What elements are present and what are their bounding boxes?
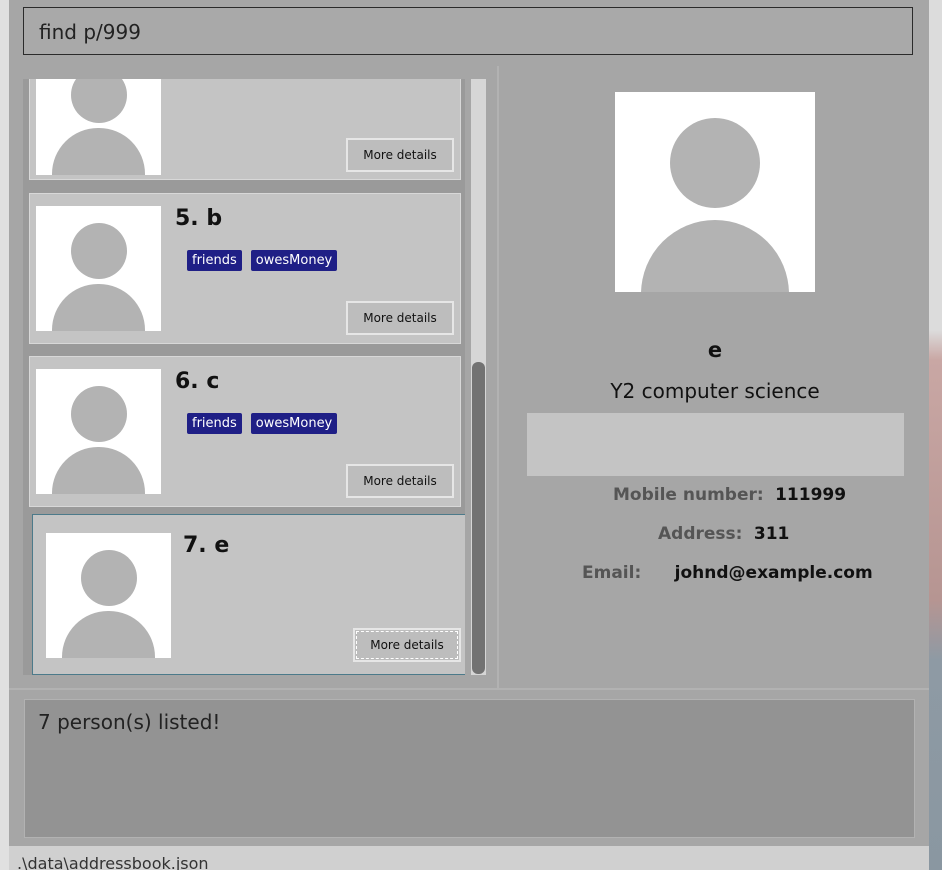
tag-list: friends owesMoney bbox=[187, 250, 338, 271]
email-label: Email: bbox=[582, 563, 642, 583]
detail-tags-area bbox=[527, 413, 904, 476]
email-value: johnd@example.com bbox=[674, 563, 873, 583]
list-scrollbar-thumb[interactable] bbox=[472, 362, 485, 674]
window-edge-left bbox=[0, 0, 9, 870]
mobile-value: 111999 bbox=[775, 485, 847, 505]
desktop-background-strip bbox=[929, 0, 942, 870]
person-name: 5. b bbox=[175, 206, 223, 231]
profile-photo-icon bbox=[36, 206, 161, 331]
address-value: 311 bbox=[753, 524, 790, 544]
person-card-selected[interactable]: 7. e More details bbox=[32, 514, 465, 675]
address-book-window: find p/999 More details 5. b friends owe… bbox=[9, 0, 929, 870]
tag-badge: owesMoney bbox=[250, 250, 338, 271]
person-card[interactable]: 6. c friends owesMoney More details bbox=[29, 356, 461, 507]
detail-course: Y2 computer science bbox=[610, 379, 820, 403]
status-bar: .\data\addressbook.json bbox=[9, 846, 929, 870]
email-field: Email: johnd@example.com bbox=[582, 563, 873, 583]
profile-photo-icon bbox=[46, 533, 171, 658]
more-details-button[interactable]: More details bbox=[346, 301, 454, 335]
more-details-button[interactable]: More details bbox=[346, 138, 454, 172]
address-field: Address: 311 bbox=[658, 524, 789, 544]
tag-badge: friends bbox=[187, 250, 242, 271]
tag-badge: owesMoney bbox=[250, 413, 338, 434]
result-display: 7 person(s) listed! bbox=[24, 699, 915, 838]
profile-photo-icon bbox=[36, 369, 161, 494]
detail-name: e bbox=[707, 338, 723, 362]
person-name: 7. e bbox=[183, 533, 230, 558]
more-details-button[interactable]: More details bbox=[346, 464, 454, 498]
more-details-button[interactable]: More details bbox=[353, 628, 461, 662]
result-message: 7 person(s) listed! bbox=[38, 710, 221, 734]
person-card[interactable]: 5. b friends owesMoney More details bbox=[29, 193, 461, 344]
command-input-text: find p/999 bbox=[39, 20, 141, 44]
command-input[interactable]: find p/999 bbox=[23, 7, 913, 55]
person-name: 6. c bbox=[175, 369, 220, 394]
person-list[interactable]: More details 5. b friends owesMoney More… bbox=[23, 79, 465, 675]
panel-divider bbox=[497, 66, 499, 688]
tag-list: friends owesMoney bbox=[187, 413, 338, 434]
save-location: .\data\addressbook.json bbox=[17, 854, 209, 870]
profile-photo-icon bbox=[36, 79, 161, 175]
address-label: Address: bbox=[658, 524, 743, 544]
mobile-label: Mobile number: bbox=[613, 485, 764, 505]
tag-badge: friends bbox=[187, 413, 242, 434]
result-divider bbox=[9, 688, 929, 690]
detail-profile-photo-icon bbox=[615, 92, 815, 292]
person-card[interactable]: More details bbox=[29, 79, 461, 180]
mobile-field: Mobile number: 111999 bbox=[613, 485, 846, 505]
